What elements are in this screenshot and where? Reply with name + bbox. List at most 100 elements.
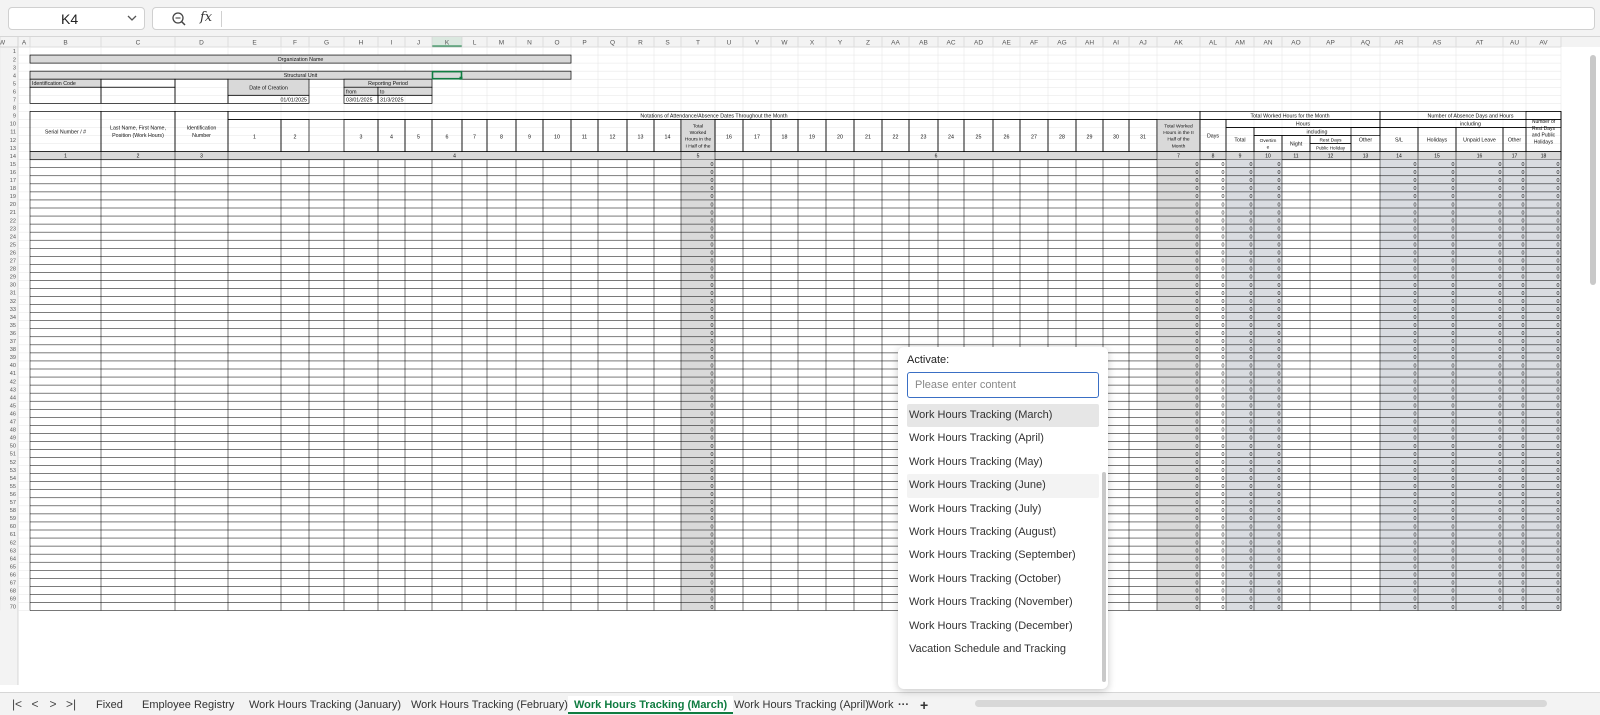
tab-april[interactable]: Work Hours Tracking (April): [734, 696, 869, 714]
zero-value: 0: [1250, 452, 1253, 458]
zero-value: 0: [1499, 524, 1502, 530]
list-item[interactable]: Work Hours Tracking (December): [907, 615, 1099, 638]
tab-february[interactable]: Work Hours Tracking (February): [411, 696, 568, 714]
zero-value: 0: [1499, 589, 1502, 595]
column-header-g: G: [324, 40, 329, 47]
list-item[interactable]: Work Hours Tracking (November): [907, 591, 1099, 614]
more-sheets-button[interactable]: ···: [898, 696, 909, 714]
zero-value: 0: [1250, 234, 1253, 240]
zero-value: 0: [1222, 476, 1225, 482]
zero-value: 0: [1557, 267, 1560, 273]
section-number: 15: [1434, 154, 1440, 160]
fx-icon[interactable]: fx: [200, 10, 212, 25]
tab-january[interactable]: Work Hours Tracking (January): [249, 696, 401, 714]
row-header: 38: [10, 347, 16, 353]
name-box[interactable]: K4: [8, 7, 145, 30]
tab-march[interactable]: Work Hours Tracking (March): [568, 696, 734, 714]
zero-value: 0: [1522, 307, 1525, 313]
tab-employee-registry[interactable]: Employee Registry: [142, 696, 234, 714]
last-sheet-button[interactable]: >|: [64, 697, 78, 711]
row-header: 7: [13, 98, 16, 104]
row-header: 34: [10, 315, 16, 321]
list-item[interactable]: Work Hours Tracking (July): [907, 498, 1099, 521]
row-header: 64: [10, 556, 16, 562]
zero-value: 0: [1222, 540, 1225, 546]
zero-value: 0: [1557, 532, 1560, 538]
zero-value: 0: [711, 234, 714, 240]
zero-value: 0: [1278, 259, 1281, 265]
spreadsheet-grid[interactable]: A B C D E F G H I J K L M N O P Q R S T U V W X Y Z AA AB AC AD AE AF AG…: [0, 37, 1600, 685]
zero-value: 0: [1557, 428, 1560, 434]
horizontal-scrollbar[interactable]: [975, 700, 1547, 707]
zero-value: 0: [1452, 355, 1455, 361]
chevron-down-icon[interactable]: [126, 12, 138, 24]
first-sheet-button[interactable]: |<: [10, 697, 24, 711]
day-number: 8: [500, 135, 503, 141]
zero-value: 0: [1222, 355, 1225, 361]
zero-value: 0: [1222, 597, 1225, 603]
zero-value: 0: [1499, 508, 1502, 514]
zero-value: 0: [1278, 379, 1281, 385]
from-label: from: [346, 89, 357, 95]
list-item[interactable]: Vacation Schedule and Tracking: [907, 638, 1099, 661]
total-label: Total: [1234, 137, 1245, 143]
day-number: 10: [554, 135, 560, 141]
popup-scrollbar[interactable]: [1102, 472, 1106, 682]
add-sheet-button[interactable]: +: [920, 696, 928, 714]
zero-value: 0: [1414, 315, 1417, 321]
prev-sheet-button[interactable]: <: [28, 697, 42, 711]
formula-input[interactable]: fx: [152, 7, 1595, 30]
zero-value: 0: [711, 331, 714, 337]
name-label: Last Name, First Name,: [110, 126, 166, 132]
list-item[interactable]: Work Hours Tracking (June): [907, 474, 1099, 498]
list-item[interactable]: Work Hours Tracking (May): [907, 451, 1099, 474]
tab-fixed[interactable]: Fixed: [96, 696, 123, 714]
sheet-search-input[interactable]: [907, 372, 1099, 398]
list-item[interactable]: Work Hours Tracking (April): [907, 427, 1099, 450]
zero-value: 0: [711, 178, 714, 184]
zero-value: 0: [1278, 436, 1281, 442]
zero-value: 0: [1452, 508, 1455, 514]
list-item[interactable]: Work Hours Tracking (September): [907, 544, 1099, 567]
zero-value: 0: [1452, 251, 1455, 257]
zero-value: 0: [1557, 275, 1560, 281]
row-header: 18: [10, 186, 16, 192]
zero-value: 0: [1522, 532, 1525, 538]
zero-value: 0: [711, 556, 714, 562]
zero-value: 0: [1250, 460, 1253, 466]
zero-value: 0: [1250, 218, 1253, 224]
zero-value: 0: [1499, 307, 1502, 313]
zero-value: 0: [1278, 573, 1281, 579]
zero-value: 0: [1557, 412, 1560, 418]
zero-value: 0: [1557, 452, 1560, 458]
column-header-ac: AC: [946, 40, 955, 47]
zero-value: 0: [1499, 363, 1502, 369]
grid-canvas[interactable]: A B C D E F G H I J K L M N O P Q R S T U V W X Y Z AA AB AC AD AE AF AG…: [0, 37, 1600, 685]
zero-value: 0: [1452, 347, 1455, 353]
zero-value: 0: [1452, 404, 1455, 410]
next-sheet-button[interactable]: >: [46, 697, 60, 711]
day-number: 16: [726, 135, 732, 141]
tab-work-more[interactable]: Work: [868, 696, 893, 714]
zero-value: 0: [711, 605, 714, 611]
zero-value: 0: [1522, 283, 1525, 289]
zero-value: 0: [1222, 283, 1225, 289]
zero-value: 0: [1452, 194, 1455, 200]
list-item[interactable]: Work Hours Tracking (October): [907, 568, 1099, 591]
row-header: 45: [10, 403, 16, 409]
zero-value: 0: [1522, 251, 1525, 257]
zero-value: 0: [1414, 436, 1417, 442]
list-item[interactable]: Work Hours Tracking (March): [907, 404, 1099, 428]
vertical-scrollbar[interactable]: [1590, 55, 1596, 285]
row-header: 15: [10, 162, 16, 168]
zero-value: 0: [1278, 251, 1281, 257]
zero-value: 0: [1278, 186, 1281, 192]
zoom-formula-icon[interactable]: [171, 11, 187, 27]
column-header-r: R: [638, 40, 643, 47]
zero-value: 0: [1222, 259, 1225, 265]
zero-value: 0: [1557, 556, 1560, 562]
zero-value: 0: [1499, 315, 1502, 321]
list-item[interactable]: Work Hours Tracking (August): [907, 521, 1099, 544]
zero-value: 0: [711, 170, 714, 176]
zero-value: 0: [1499, 597, 1502, 603]
